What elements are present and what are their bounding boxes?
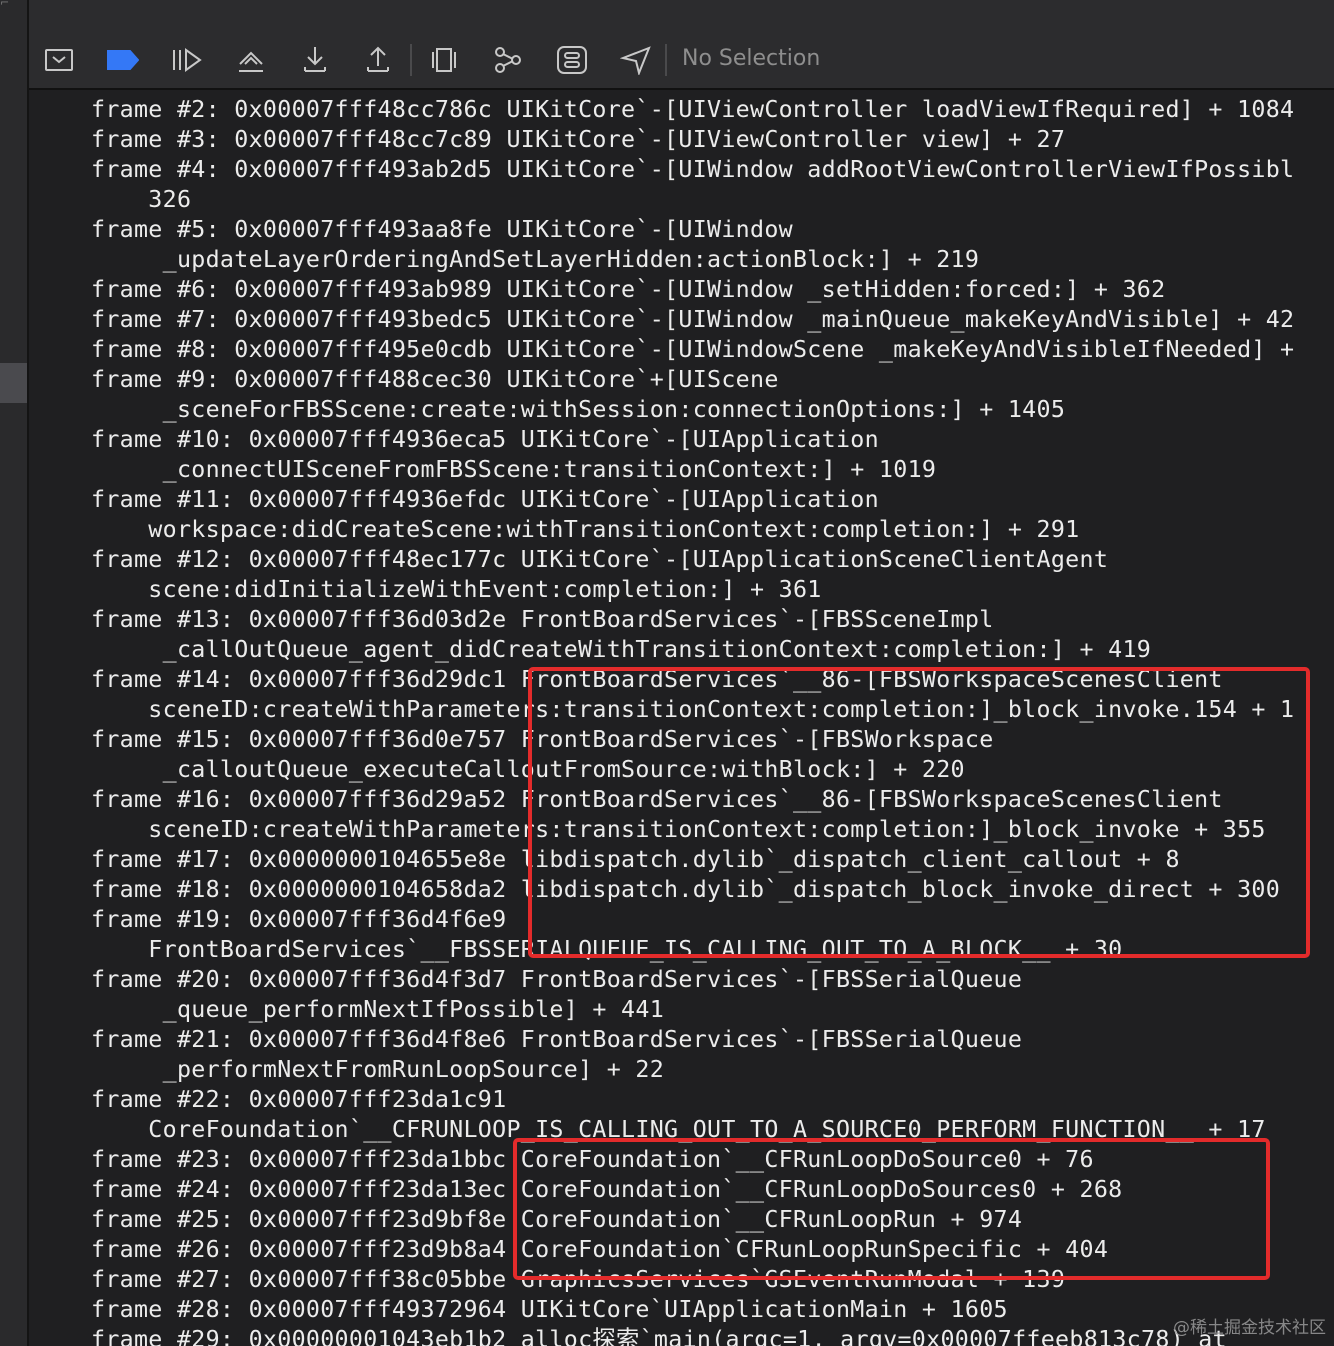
navigator-selected-row[interactable] [0, 363, 27, 403]
console-line: frame #9: 0x00007fff488cec30 UIKitCore`+… [91, 366, 779, 393]
step-out-icon [367, 46, 389, 72]
console-line: frame #3: 0x00007fff48cc7c89 UIKitCore`-… [91, 126, 1066, 153]
toolbar-divider [665, 44, 667, 76]
view-hierarchy-icon [432, 48, 456, 72]
environment-overrides-icon [557, 46, 587, 74]
console-line: frame #13: 0x00007fff36d03d2e FrontBoard… [91, 606, 994, 633]
console-line: frame #28: 0x00007fff49372964 UIKitCore`… [91, 1296, 1008, 1323]
console-line: _connectUISceneFromFBSScene:transitionCo… [91, 456, 937, 483]
console-line: frame #11: 0x00007fff4936efdc UIKitCore`… [91, 486, 879, 513]
debug-console[interactable]: frame #2: 0x00007fff48cc786c UIKitCore`-… [29, 90, 1334, 1346]
continue-button[interactable] [168, 41, 204, 79]
memory-graph-icon [495, 47, 521, 73]
step-into-icon [304, 47, 326, 72]
console-line: _queue_performNextIfPossible] + 441 [91, 996, 665, 1023]
debug-bar: No Selection [29, 0, 1334, 90]
console-line: frame #4: 0x00007fff493ab2d5 UIKitCore`-… [91, 156, 1295, 183]
navigator-edge: ⌐ [0, 0, 29, 1346]
continue-icon [173, 48, 202, 72]
environment-overrides-button[interactable] [554, 41, 590, 79]
step-out-button[interactable] [360, 41, 396, 79]
console-line: workspace:didCreateScene:withTransitionC… [91, 516, 1080, 543]
step-over-icon [239, 51, 263, 72]
console-line: frame #10: 0x00007fff4936eca5 UIKitCore`… [91, 426, 879, 453]
highlight-box-frontboard [528, 667, 1310, 958]
console-line: frame #6: 0x00007fff493ab989 UIKitCore`-… [91, 276, 1166, 303]
console-line: frame #20: 0x00007fff36d4f3d7 FrontBoard… [91, 966, 1023, 993]
console-line: frame #22: 0x00007fff23da1c91 [91, 1086, 507, 1113]
step-into-button[interactable] [297, 41, 333, 79]
watermark: @稀土掘金技术社区 [1173, 1318, 1326, 1338]
console-line: frame #29: 0x00000001043eb1b2 alloc探索`ma… [91, 1326, 1227, 1346]
console-line: _performNextFromRunLoopSource] + 22 [91, 1056, 665, 1083]
console-line: frame #2: 0x00007fff48cc786c UIKitCore`-… [91, 96, 1295, 123]
console-line: frame #7: 0x00007fff493bedc5 UIKitCore`-… [91, 306, 1295, 333]
console-line: scene:didInitializeWithEvent:completion:… [91, 576, 822, 603]
simulate-location-button[interactable] [618, 41, 654, 79]
highlight-box-corefoundation [513, 1138, 1270, 1280]
console-line: 326 [91, 186, 192, 213]
console-line: frame #21: 0x00007fff36d4f8e6 FrontBoard… [91, 1026, 1023, 1053]
navigator-edge-glyph: ⌐ [0, 0, 10, 9]
console-line: _callOutQueue_agent_didCreateWithTransit… [91, 636, 1152, 663]
console-toggle-icon [45, 49, 73, 71]
memory-graph-button[interactable] [490, 41, 526, 79]
location-icon [620, 46, 651, 75]
step-over-button[interactable] [233, 41, 269, 79]
console-line: frame #8: 0x00007fff495e0cdb UIKitCore`-… [91, 336, 1295, 363]
console-line: _sceneForFBSScene:create:withSession:con… [91, 396, 1066, 423]
breakpoints-toggle-button[interactable] [105, 41, 141, 79]
console-line: frame #19: 0x00007fff36d4f6e9 [91, 906, 507, 933]
selection-label: No Selection [682, 46, 821, 71]
breakpoint-icon [107, 50, 139, 70]
console-line: _updateLayerOrderingAndSetLayerHidden:ac… [91, 246, 980, 273]
debug-view-hierarchy-button[interactable] [426, 41, 462, 79]
toolbar-divider [410, 44, 412, 76]
hide-console-button[interactable] [41, 41, 77, 79]
console-line: frame #5: 0x00007fff493aa8fe UIKitCore`-… [91, 216, 793, 243]
console-line: frame #12: 0x00007fff48ec177c UIKitCore`… [91, 546, 1109, 573]
